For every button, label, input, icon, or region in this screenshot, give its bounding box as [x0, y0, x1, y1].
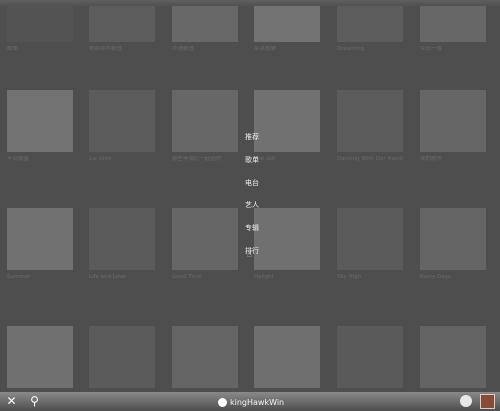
bottom-bar: ✕ ⚲ kingHawkWin [0, 392, 500, 411]
settings-icon[interactable] [460, 395, 472, 407]
search-icon[interactable]: ⚲ [28, 395, 41, 408]
username: kingHawkWin [230, 397, 285, 407]
menu-item-recommend[interactable]: 推荐 [232, 132, 272, 155]
user-link[interactable]: kingHawkWin [218, 396, 284, 408]
menu-item-chart[interactable]: 排行 [232, 246, 272, 269]
category-menu: 推荐 歌单 电台 艺人 专辑 排行 [232, 132, 272, 269]
menu-item-album[interactable]: 专辑 [232, 223, 272, 246]
menu-item-radio[interactable]: 电台 [232, 178, 272, 201]
github-icon [218, 397, 227, 407]
close-icon[interactable]: ✕ [5, 395, 18, 408]
menu-item-artist[interactable]: 艺人 [232, 200, 272, 223]
menu-item-playlist[interactable]: 歌单 [232, 155, 272, 178]
avatar[interactable] [480, 394, 495, 409]
mouse-cursor-icon: ☝ [247, 250, 252, 259]
